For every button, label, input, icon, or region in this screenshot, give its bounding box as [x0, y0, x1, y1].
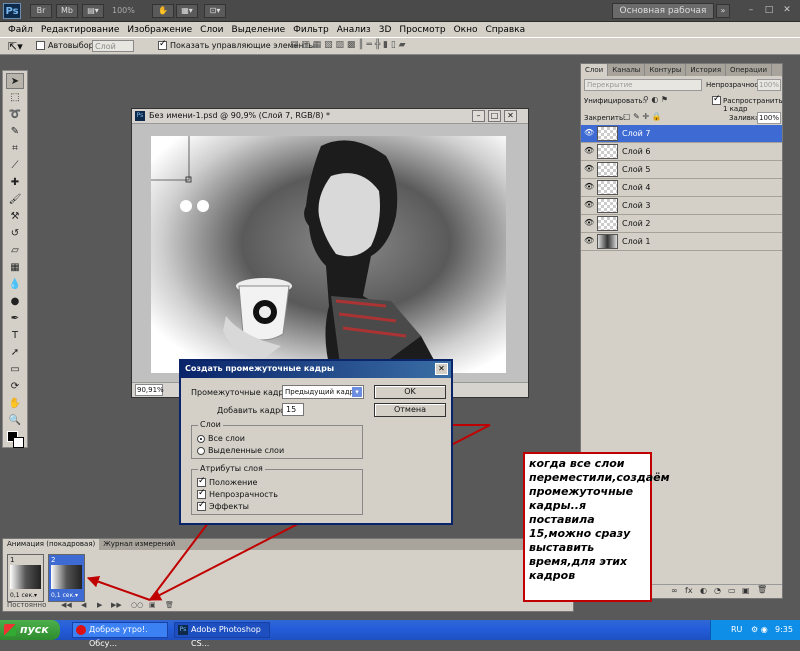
opacity-checkbox[interactable] [197, 488, 206, 500]
taskbar-item-opera[interactable]: Доброе утро!. Обсу... [72, 622, 168, 648]
dialog-close-button[interactable]: ✕ [435, 363, 448, 375]
taskbar-item-label: Adobe Photoshop CS... [191, 625, 261, 648]
all-layers-label: Все слои [208, 434, 245, 443]
annotation-callout: когда все слои переместили,создаём проме… [523, 452, 670, 602]
ok-button[interactable]: OK [374, 385, 446, 399]
taskbar-item-label: Доброе утро!. Обсу... [89, 625, 148, 648]
clock[interactable]: 9:35 [775, 620, 793, 640]
effects-label: Эффекты [209, 502, 249, 511]
cancel-button[interactable]: Отмена [374, 403, 446, 417]
tray-icons[interactable]: ⚙ ◉ [751, 620, 768, 640]
position-label: Положение [209, 478, 258, 487]
opera-icon [76, 625, 86, 635]
arrow-to-frame-delay [86, 575, 151, 601]
layers-group-title: Слои [198, 420, 223, 429]
start-label: пуск [20, 623, 49, 636]
language-indicator[interactable]: RU [731, 620, 742, 640]
selected-layers-label: Выделенные слои [208, 446, 285, 455]
position-checkbox[interactable] [197, 476, 206, 488]
annotation-arrows [86, 419, 491, 601]
windows-logo-icon [4, 624, 16, 636]
photoshop-icon: Ps [178, 625, 188, 635]
opacity-attr-label: Непрозрачность [209, 490, 278, 499]
tween-dialog: Создать промежуточные кадры ✕ Промежуточ… [179, 359, 453, 525]
start-button[interactable]: пуск [0, 620, 60, 640]
taskbar-item-photoshop[interactable]: Ps Adobe Photoshop CS... [174, 622, 270, 648]
all-layers-radio[interactable] [197, 434, 205, 444]
taskbar: пуск Доброе утро!. Обсу... Ps Adobe Phot… [0, 620, 800, 648]
selected-layers-radio[interactable] [197, 446, 205, 456]
tween-with-label: Промежуточные кадры: [191, 388, 293, 397]
dialog-title: Создать промежуточные кадры [185, 364, 335, 373]
effects-checkbox[interactable] [197, 500, 206, 512]
attributes-group: Атрибуты слоя Положение Непрозрачность Э… [191, 464, 363, 515]
system-tray: RU ⚙ ◉ 9:35 [710, 620, 800, 640]
dialog-titlebar: Создать промежуточные кадры ✕ [181, 361, 451, 378]
attributes-group-title: Атрибуты слоя [198, 464, 265, 473]
frames-to-add-input[interactable]: 15 [282, 403, 304, 416]
chevron-down-icon[interactable]: ▾ [352, 387, 362, 397]
layers-group: Слои Все слои Выделенные слои [191, 420, 363, 459]
